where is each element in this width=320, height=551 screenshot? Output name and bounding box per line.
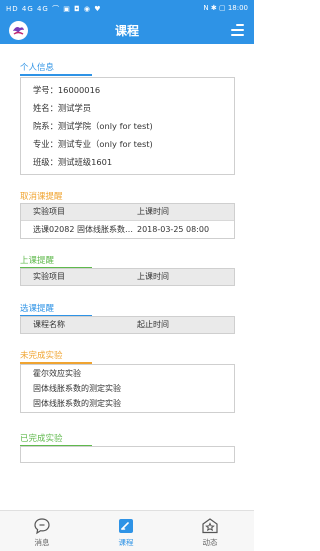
info-label: 姓名： bbox=[33, 103, 58, 113]
menu-icon[interactable] bbox=[231, 24, 244, 36]
course-book-icon bbox=[117, 517, 135, 535]
tab-label: 课程 bbox=[118, 538, 134, 547]
info-label: 专业： bbox=[33, 139, 58, 149]
class-reminder-table: 实验项目 上课时间 bbox=[20, 268, 235, 286]
col-header-time: 上课时间 bbox=[137, 207, 169, 216]
app-logo-icon bbox=[9, 21, 28, 40]
status-time: 18:00 bbox=[227, 4, 248, 12]
star-box-icon bbox=[201, 517, 219, 535]
list-item[interactable]: 固体线胀系数的测定实验 bbox=[21, 381, 234, 396]
info-row-class: 班级：测试班级1601 bbox=[21, 153, 234, 171]
tab-label: 动态 bbox=[202, 538, 218, 547]
tab-courses[interactable]: 课程 bbox=[84, 511, 168, 551]
table-header: 实验项目 上课时间 bbox=[21, 204, 234, 221]
finished-experiments-title: 已完成实验 bbox=[20, 434, 92, 447]
cancel-reminder-title: 取消课提醒 bbox=[20, 192, 92, 205]
col-header-period: 起止时间 bbox=[137, 320, 169, 329]
info-value: 测试学员 bbox=[57, 103, 92, 113]
info-label: 院系： bbox=[33, 121, 58, 131]
info-value: 16000016 bbox=[57, 85, 101, 95]
info-value: 测试专业（only for test) bbox=[57, 139, 153, 149]
info-label: 学号： bbox=[33, 85, 58, 95]
info-value: 测试学院（only for test) bbox=[57, 121, 153, 131]
cancel-reminder-table: 实验项目 上课时间 选课02082 固体线胀系数的测定实验 2018-03-25… bbox=[20, 203, 235, 239]
unfinished-experiments-list: 霍尔效应实验 固体线胀系数的测定实验 固体线胀系数的测定实验 bbox=[20, 364, 235, 413]
col-header-course: 课程名称 bbox=[33, 320, 65, 329]
finished-experiments-list bbox=[20, 446, 235, 463]
status-bar: HD 4G 4G ⌒ ▣ ◘ ◉ ♥ N ✱ ▢ 18:00 bbox=[0, 0, 254, 17]
info-value: 测试班级1601 bbox=[57, 157, 113, 167]
tab-label: 消息 bbox=[34, 538, 50, 547]
unfinished-experiments-title: 未完成实验 bbox=[20, 351, 92, 364]
personal-info-title: 个人信息 bbox=[20, 63, 93, 76]
info-row-department: 院系：测试学院（only for test) bbox=[21, 117, 234, 135]
table-row[interactable]: 选课02082 固体线胀系数的测定实验 2018-03-25 08:00 bbox=[21, 221, 234, 238]
cell-item: 选课02082 固体线胀系数的测定实验 bbox=[33, 225, 137, 234]
info-row-student-id: 学号：16000016 bbox=[21, 81, 234, 99]
col-header-item: 实验项目 bbox=[33, 207, 65, 216]
list-item[interactable]: 霍尔效应实验 bbox=[21, 366, 234, 381]
info-label: 班级： bbox=[33, 157, 58, 167]
col-header-item: 实验项目 bbox=[33, 272, 65, 281]
table-header: 课程名称 起止时间 bbox=[21, 317, 234, 333]
list-item[interactable]: 固体线胀系数的测定实验 bbox=[21, 396, 234, 411]
bottom-tab-bar: 消息 课程 动态 bbox=[0, 510, 254, 551]
selection-reminder-title: 选课提醒 bbox=[20, 304, 93, 317]
info-row-major: 专业：测试专业（only for test) bbox=[21, 135, 234, 153]
class-reminder-title: 上课提醒 bbox=[20, 256, 93, 269]
page-title: 课程 bbox=[114, 24, 139, 38]
cell-time: 2018-03-25 08:00 bbox=[137, 225, 210, 234]
info-row-name: 姓名：测试学员 bbox=[21, 99, 234, 117]
personal-info-card: 学号：16000016 姓名：测试学员 院系：测试学院（only for tes… bbox=[20, 77, 235, 175]
tab-updates[interactable]: 动态 bbox=[168, 511, 252, 551]
app-bar: 课程 bbox=[0, 17, 254, 44]
status-icons: N ✱ ▢ bbox=[203, 4, 226, 12]
col-header-time: 上课时间 bbox=[137, 272, 169, 281]
chat-bubble-icon bbox=[33, 517, 51, 535]
status-indicators: HD 4G 4G ⌒ ▣ ◘ ◉ ♥ bbox=[6, 5, 102, 13]
table-header: 实验项目 上课时间 bbox=[21, 269, 234, 285]
selection-reminder-table: 课程名称 起止时间 bbox=[20, 316, 235, 334]
tab-messages[interactable]: 消息 bbox=[0, 511, 84, 551]
